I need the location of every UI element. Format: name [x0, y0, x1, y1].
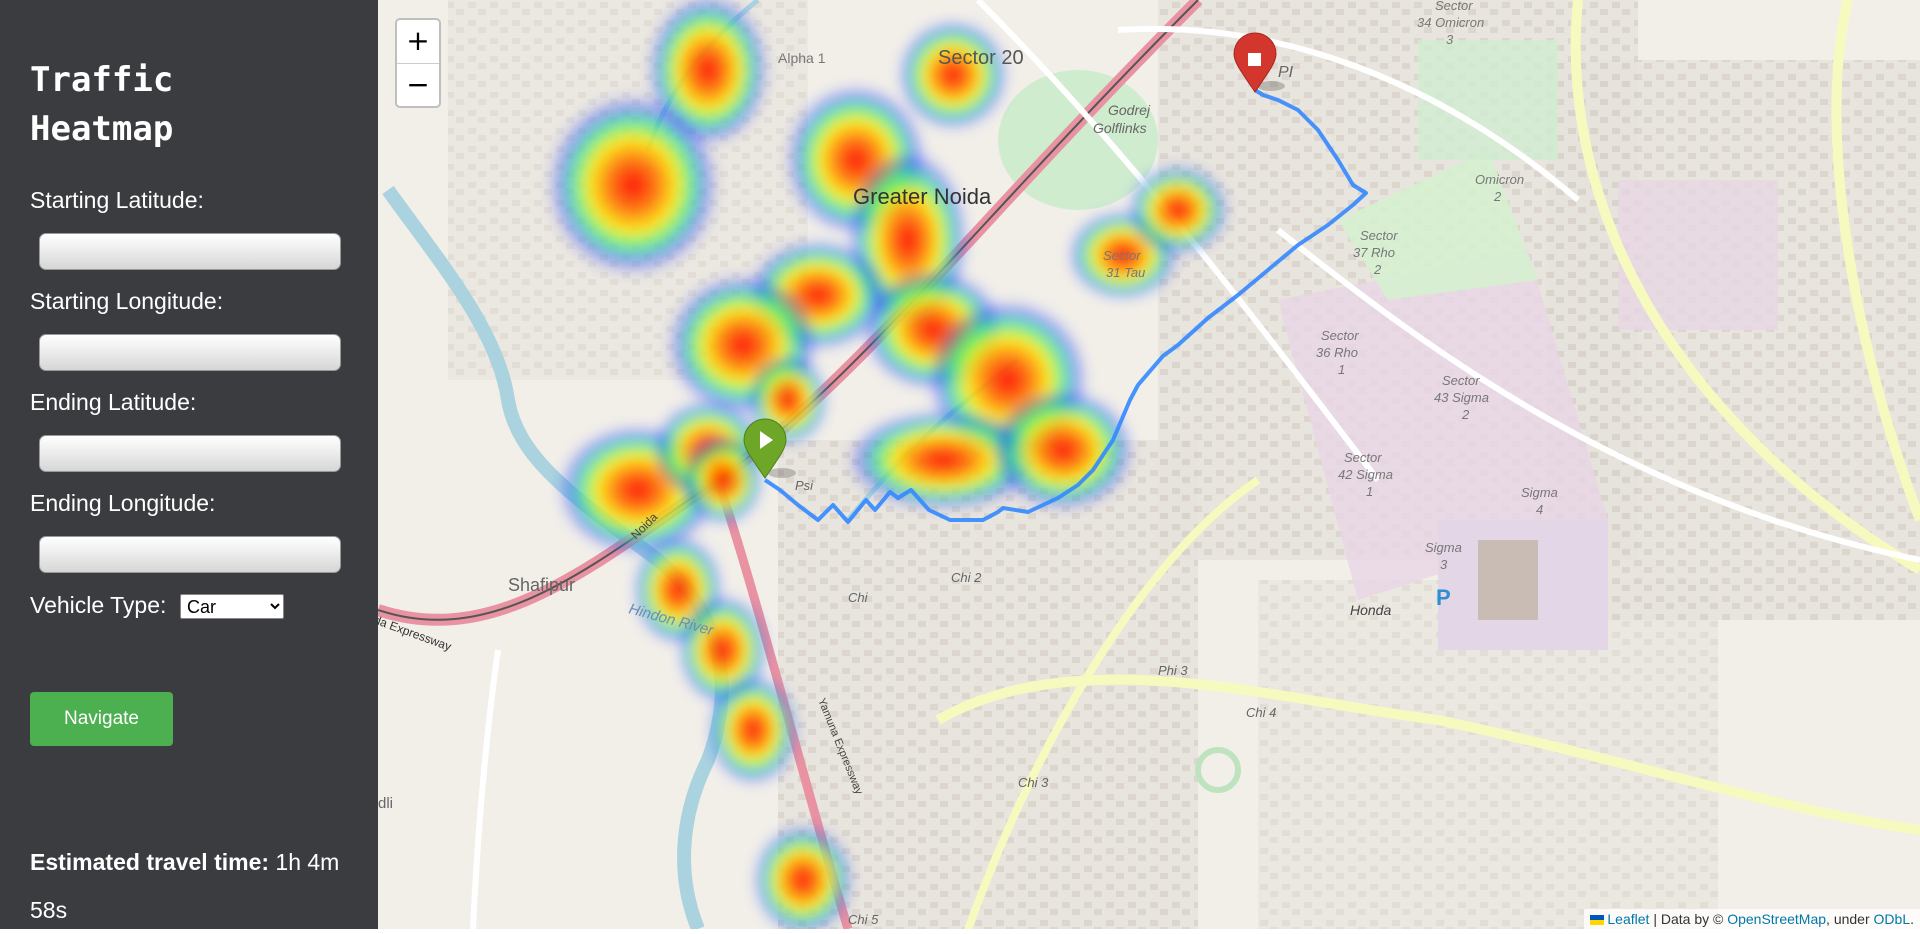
map-label: Sector	[1360, 228, 1398, 243]
attribution-text: | Data by ©	[1649, 911, 1728, 927]
map-label: Sector 20	[938, 47, 1024, 69]
map-label: Chi 2	[951, 570, 982, 585]
zoom-in-button[interactable]: +	[397, 20, 439, 64]
map-label: 37 Rho	[1353, 245, 1395, 260]
map-label: 3	[1446, 32, 1454, 47]
map-label: 2	[1493, 189, 1502, 204]
map-label: Alpha 1	[778, 50, 826, 66]
map-label: 1	[1366, 484, 1373, 499]
start-lat-label: Starting Latitude:	[30, 187, 204, 213]
zoom-control: + −	[395, 18, 441, 108]
map-label: 2	[1461, 407, 1470, 422]
map-label: Sector	[1344, 450, 1382, 465]
osm-link[interactable]: OpenStreetMap	[1727, 911, 1826, 927]
map-label: 42 Sigma	[1338, 467, 1393, 482]
end-lng-input[interactable]	[39, 536, 341, 573]
map-label: Sector	[1321, 328, 1359, 343]
stop-icon	[1248, 53, 1261, 66]
map-label: 34 Omicron	[1417, 15, 1484, 30]
end-lat-input[interactable]	[39, 435, 341, 472]
map-label: Sector	[1442, 373, 1480, 388]
eta-label: Estimated travel time:	[30, 849, 270, 875]
map-label: Greater Noida	[853, 184, 992, 209]
ukraine-flag-icon	[1590, 915, 1605, 926]
leaflet-link[interactable]: Leaflet	[1607, 911, 1649, 927]
parking-icon: P	[1436, 585, 1451, 610]
vehicle-type-label: Vehicle Type:	[30, 592, 167, 618]
map-view[interactable]: Sector 20 Alpha 1 Greater Noida Godrej G…	[378, 0, 1920, 929]
map-label: Sigma	[1425, 540, 1462, 555]
attribution-text: , under	[1826, 911, 1874, 927]
sidebar: Traffic Heatmap Starting Latitude: Start…	[0, 0, 378, 929]
map-label: Godrej	[1108, 102, 1151, 118]
zoom-out-button[interactable]: −	[397, 64, 439, 106]
map-label: 43 Sigma	[1434, 390, 1489, 405]
odbl-link[interactable]: ODbL	[1874, 911, 1911, 927]
attribution-text: .	[1910, 911, 1914, 927]
map-label: 36 Rho	[1316, 345, 1358, 360]
start-lng-label: Starting Longitude:	[30, 288, 224, 314]
map-label: 31 Tau	[1106, 265, 1145, 280]
map-label: Golflinks	[1093, 120, 1147, 136]
map-label: Honda	[1350, 602, 1391, 618]
map-label: Sigma	[1521, 485, 1558, 500]
map-label: PI	[1278, 64, 1294, 81]
navigate-button[interactable]: Navigate	[30, 692, 173, 746]
map-label: 4	[1536, 502, 1543, 517]
end-lat-label: Ending Latitude:	[30, 389, 197, 415]
start-lng-input[interactable]	[39, 334, 341, 371]
map-label: Sector	[1435, 0, 1473, 13]
map-label: 1	[1338, 362, 1345, 377]
map-label: 3	[1440, 557, 1448, 572]
map-label: Phi 3	[1158, 663, 1188, 678]
map-label: Shafipur	[508, 575, 575, 595]
map-label: Chi 4	[1246, 705, 1276, 720]
map-label: dli	[378, 795, 393, 812]
travel-time-display: Estimated travel time: 1h 4m 58s	[30, 838, 360, 934]
end-lng-label: Ending Longitude:	[30, 490, 216, 516]
map-label: Psi	[795, 478, 814, 493]
map-label: Chi 5	[848, 912, 879, 927]
map-label: Sector	[1103, 248, 1141, 263]
map-label: Omicron	[1475, 172, 1524, 187]
map-canvas[interactable]: Sector 20 Alpha 1 Greater Noida Godrej G…	[378, 0, 1920, 929]
vehicle-type-select[interactable]: Car	[180, 594, 284, 619]
map-attribution: Leaflet | Data by © OpenStreetMap, under…	[1584, 909, 1920, 929]
map-label: Chi	[848, 590, 869, 605]
map-label: 2	[1373, 262, 1382, 277]
map-label: Chi 3	[1018, 775, 1049, 790]
start-lat-input[interactable]	[39, 233, 341, 270]
app-title: Traffic Heatmap	[30, 60, 174, 149]
